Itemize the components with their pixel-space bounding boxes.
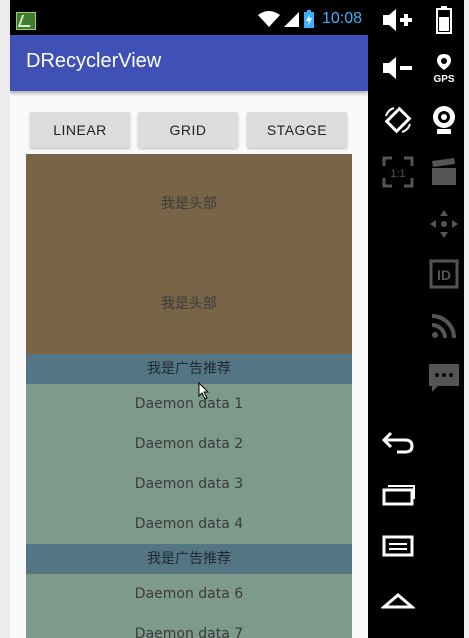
status-bar: 10:08 [10,0,368,35]
list-item[interactable]: Daemon data 3 [26,464,352,504]
volume-up-icon[interactable] [374,0,422,40]
app-title: DRecyclerView [26,50,162,72]
list-item[interactable]: Daemon data 1 [26,384,352,424]
list-header: 我是头部 [26,254,352,354]
recycler-view[interactable]: 我是头部 我是头部 我是广告推荐 Daemon data 1 Daemon da… [26,154,352,638]
fullscreen-icon[interactable]: 1:1 [374,152,422,192]
ad-row[interactable]: 我是广告推荐 [26,354,352,384]
rotate-icon[interactable] [374,100,422,140]
emulator-control-strip: GPS 1:1 ID [368,0,469,638]
video-icon[interactable] [420,152,468,192]
signal-icon [283,10,300,28]
battery-charging-icon [303,10,314,28]
list-header: 我是头部 [26,154,352,254]
list-item[interactable]: Daemon data 6 [26,574,352,614]
menu-icon[interactable] [374,526,422,566]
svg-text:ID: ID [437,267,451,283]
background-window-sliver [464,0,469,638]
svg-text:GPS: GPS [433,74,454,84]
dpad-icon[interactable] [420,204,468,244]
layout-button-row: LINEAR GRID STAGGE [30,112,348,148]
status-icons: 10:08 [257,8,362,30]
app-notification-icon [16,12,36,30]
id-icon[interactable]: ID [420,254,468,294]
gps-icon[interactable]: GPS [420,48,468,88]
list-item[interactable]: Daemon data 2 [26,424,352,464]
home-icon[interactable] [374,580,422,620]
sms-icon[interactable] [420,358,468,398]
status-time: 10:08 [321,10,362,27]
camera-icon[interactable] [420,100,468,140]
list-item[interactable]: Daemon data 7 [26,614,352,638]
mouse-cursor-icon [198,382,210,400]
grid-button[interactable]: GRID [138,112,238,148]
stagger-button[interactable]: STAGGE [247,112,347,148]
rss-icon[interactable] [420,306,468,346]
phone-screen: 10:08 DRecyclerView LINEAR GRID STAGGE 我… [10,0,368,638]
ad-row[interactable]: 我是广告推荐 [26,544,352,574]
volume-down-icon[interactable] [374,48,422,88]
linear-button[interactable]: LINEAR [30,112,130,148]
list-item[interactable]: Daemon data 4 [26,504,352,544]
battery-icon[interactable] [420,0,468,40]
svg-text:1:1: 1:1 [390,168,405,180]
wifi-icon [257,10,280,28]
recents-icon[interactable] [374,474,422,514]
app-bar: DRecyclerView [10,35,368,91]
back-icon[interactable] [374,422,422,462]
